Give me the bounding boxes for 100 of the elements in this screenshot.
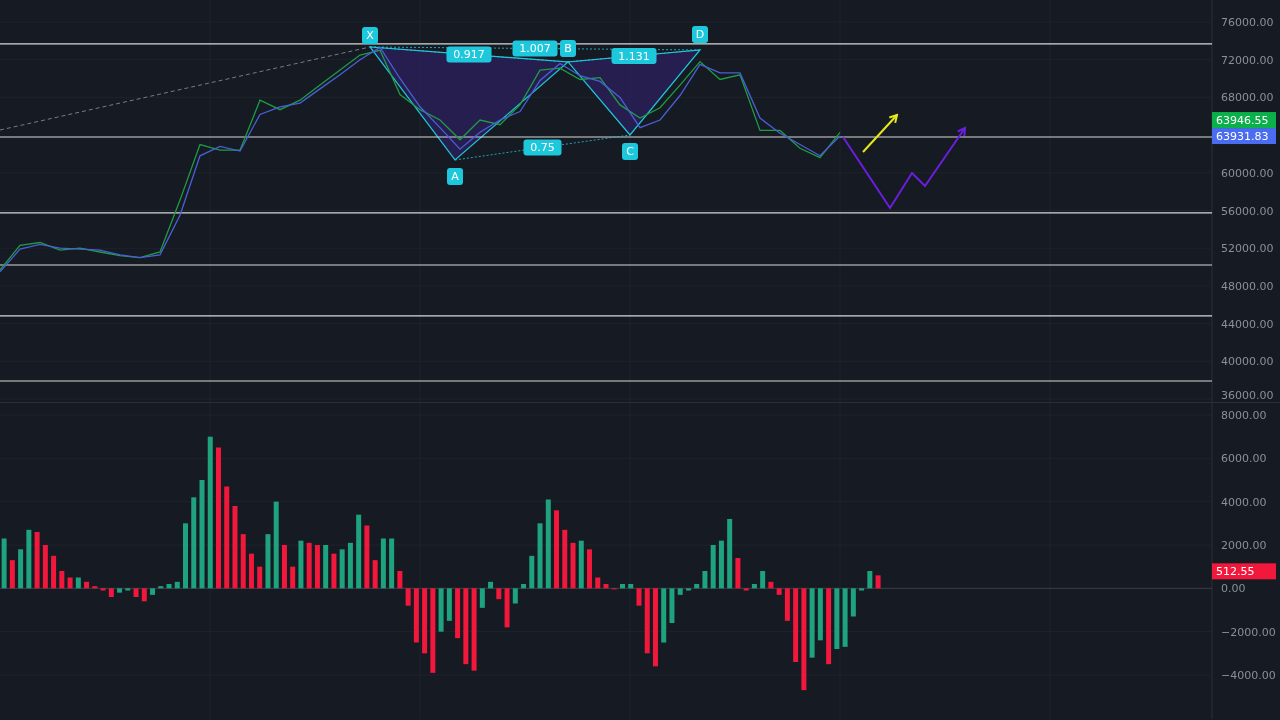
histogram-bar bbox=[669, 588, 675, 623]
price-badge: 63931.83 bbox=[1212, 128, 1276, 145]
histogram-bar bbox=[248, 553, 254, 589]
histogram-bar bbox=[150, 588, 156, 595]
histogram-bar bbox=[751, 584, 757, 589]
axis-label: 0.00 bbox=[1221, 582, 1246, 596]
histogram-bar bbox=[92, 586, 98, 589]
histogram-bar bbox=[1, 538, 7, 589]
histogram-bar bbox=[842, 588, 848, 647]
histogram-bar bbox=[51, 555, 57, 589]
axis-label: 56000.00 bbox=[1221, 204, 1274, 218]
histogram-bar bbox=[603, 584, 609, 589]
histogram-bar bbox=[281, 545, 287, 589]
histogram-bar bbox=[570, 542, 576, 589]
histogram-bar bbox=[9, 560, 15, 589]
histogram-bar bbox=[867, 571, 873, 589]
histogram-bar bbox=[59, 571, 65, 589]
axis-label: 76000.00 bbox=[1221, 16, 1274, 29]
histogram-bar bbox=[290, 566, 296, 589]
histogram-bar bbox=[364, 525, 370, 589]
histogram-bar bbox=[314, 545, 320, 589]
histogram-bar bbox=[372, 560, 378, 589]
histogram-bar bbox=[620, 584, 625, 589]
axis-label: 44000.00 bbox=[1221, 317, 1274, 331]
histogram-bar bbox=[323, 545, 329, 589]
histogram-bar bbox=[496, 588, 502, 600]
histogram-bar bbox=[850, 588, 856, 617]
histogram-bar bbox=[380, 538, 386, 589]
histogram-bar bbox=[595, 577, 601, 589]
histogram-bar bbox=[34, 532, 40, 589]
price-badge: 63946.55 bbox=[1212, 112, 1276, 129]
histogram-bar bbox=[702, 571, 708, 589]
histogram-bar bbox=[529, 555, 535, 589]
histogram-bar bbox=[413, 588, 419, 643]
histogram-bar bbox=[776, 588, 782, 595]
axis-label: 48000.00 bbox=[1221, 279, 1274, 293]
histogram-bar bbox=[331, 553, 337, 589]
histogram-bar bbox=[422, 588, 428, 654]
histogram-bar bbox=[438, 588, 444, 632]
axis-label: 72000.00 bbox=[1221, 53, 1274, 67]
histogram-bar bbox=[42, 545, 48, 589]
histogram-bar bbox=[760, 571, 766, 589]
pattern-point-label: D bbox=[692, 26, 708, 43]
histogram-bar bbox=[455, 588, 461, 639]
pattern-point-label: X bbox=[362, 26, 378, 44]
histogram-bar bbox=[817, 588, 823, 641]
histogram-bar bbox=[587, 549, 592, 589]
histogram-bar bbox=[265, 534, 271, 589]
axis-label: 40000.00 bbox=[1221, 355, 1274, 369]
histogram-bar bbox=[183, 523, 188, 589]
pattern-point-label: A bbox=[447, 168, 463, 185]
histogram-bar bbox=[306, 542, 312, 589]
histogram-bar bbox=[479, 588, 485, 608]
histogram-bar bbox=[677, 588, 683, 595]
histogram-bar bbox=[141, 588, 147, 602]
histogram-bar bbox=[636, 588, 642, 606]
histogram-bar bbox=[125, 588, 131, 591]
histogram-bar bbox=[158, 586, 164, 589]
ratio-label: 0.75 bbox=[523, 139, 562, 156]
ratio-label: 0.917 bbox=[446, 46, 492, 63]
histogram-bar bbox=[834, 588, 840, 649]
histogram-bar bbox=[685, 588, 691, 591]
price-badge: 512.55 bbox=[1212, 563, 1276, 580]
histogram-bar bbox=[133, 588, 139, 597]
histogram-bar bbox=[347, 542, 353, 589]
histogram-bar bbox=[397, 571, 403, 589]
histogram-bar bbox=[578, 540, 584, 589]
histogram-bar bbox=[694, 584, 700, 589]
histogram-bar bbox=[644, 588, 650, 654]
axis-label: 60000.00 bbox=[1221, 166, 1274, 180]
histogram-bar bbox=[537, 523, 543, 589]
histogram-bar bbox=[75, 577, 81, 589]
histogram-bar bbox=[768, 581, 774, 589]
ratio-label: 1.007 bbox=[512, 40, 558, 57]
histogram-bar bbox=[562, 529, 568, 589]
histogram-bar bbox=[488, 581, 494, 589]
histogram-bar bbox=[67, 577, 73, 589]
axis-label: −2000.00 bbox=[1221, 625, 1276, 639]
histogram-bar bbox=[512, 588, 518, 604]
histogram-bar bbox=[339, 549, 345, 589]
axis-label: 2000.00 bbox=[1221, 539, 1267, 552]
histogram-bar bbox=[18, 549, 24, 589]
histogram-bar bbox=[166, 584, 172, 589]
histogram-bar bbox=[735, 558, 741, 589]
histogram-bar bbox=[875, 575, 881, 589]
axis-label: 52000.00 bbox=[1221, 242, 1274, 256]
histogram-bar bbox=[718, 540, 724, 589]
histogram-bar bbox=[504, 588, 510, 628]
axis-label: 6000.00 bbox=[1221, 452, 1267, 466]
histogram-bar bbox=[405, 588, 411, 606]
pattern-point-label: B bbox=[560, 39, 576, 57]
axis-label: 36000.00 bbox=[1221, 389, 1274, 402]
histogram-bar bbox=[784, 588, 790, 621]
histogram-bar bbox=[710, 545, 716, 589]
histogram-bar bbox=[389, 538, 395, 589]
axis-label: 8000.00 bbox=[1221, 409, 1267, 422]
histogram-bar bbox=[809, 588, 815, 658]
ratio-label: 1.131 bbox=[611, 48, 657, 64]
histogram-bar bbox=[108, 588, 114, 597]
histogram-bar bbox=[628, 584, 634, 589]
